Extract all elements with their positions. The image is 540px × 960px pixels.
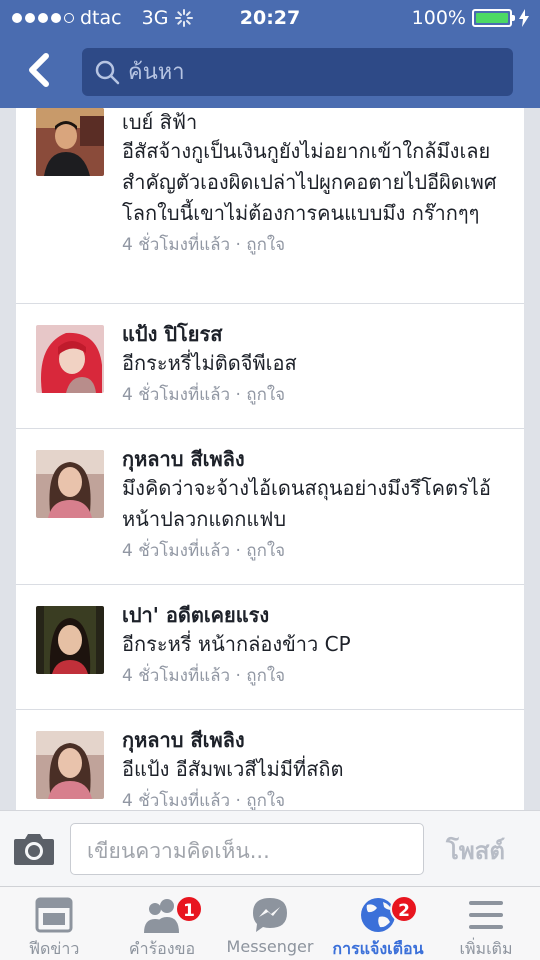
like-link[interactable]: ถูกใจ: [246, 235, 285, 255]
like-link[interactable]: ถูกใจ: [246, 385, 285, 405]
notification-meta: 4 ชั่วโมงที่แล้ว · ถูกใจ: [122, 791, 286, 810]
notification-text: อีกระหรี่ หน้ากล่องข้าว CP: [122, 632, 351, 656]
tab-label: Messenger: [226, 937, 314, 956]
profile-photo-man: [36, 108, 104, 176]
like-link[interactable]: ถูกใจ: [246, 541, 285, 561]
notification-author[interactable]: เปา' อดีตเคยแรง: [122, 601, 504, 629]
notification-author[interactable]: กุหลาบ สีเพลิง: [122, 445, 504, 473]
notification-author[interactable]: แป้ง ปิโยรส: [122, 320, 504, 348]
navigation-bar: dtac 3G 20:27 100%: [0, 0, 540, 108]
tab-label: การแจ้งเตือน: [332, 939, 424, 958]
notification-time: 4 ชั่วโมงที่แล้ว: [122, 666, 231, 686]
notification-text: อีแป้ง อีสัมพเวสีไม่มีที่สถิต: [122, 757, 344, 781]
notification-meta: 4 ชั่วโมงที่แล้ว · ถูกใจ: [122, 541, 286, 561]
notification-time: 4 ชั่วโมงที่แล้ว: [122, 791, 231, 810]
notification-meta: 4 ชั่วโมงที่แล้ว · ถูกใจ: [122, 235, 286, 255]
camera-icon[interactable]: [12, 831, 56, 867]
news-feed-icon: [35, 897, 73, 933]
notification-time: 4 ชั่วโมงที่แล้ว: [122, 541, 231, 561]
notification-meta: 4 ชั่วโมงที่แล้ว · ถูกใจ: [122, 385, 286, 405]
tab-more[interactable]: เพิ่มเติม: [432, 887, 540, 960]
notification-time: 4 ชั่วโมงที่แล้ว: [122, 385, 231, 405]
profile-photo-woman: [36, 450, 104, 518]
notifications-list: เบย์ สิฟ้า อีสัสจ้างกูเป็นเงินกูยังไม่อย…: [16, 108, 524, 810]
search-input[interactable]: [128, 48, 498, 96]
list-item[interactable]: เปา' อดีตเคยแรง อีกระหรี่ หน้ากล่องข้าว …: [16, 585, 524, 710]
tab-bar: ฟีดข่าว 1 คำร้องขอ Messenger 2 การแจ้งเต…: [0, 886, 540, 960]
notifications-badge: 2: [390, 895, 418, 923]
requests-badge: 1: [175, 895, 203, 923]
list-item[interactable]: กุหลาบ สีเพลิง อีแป้ง อีสัมพเวสีไม่มีที่…: [16, 710, 524, 810]
tab-messenger[interactable]: Messenger: [216, 887, 324, 960]
post-button[interactable]: โพสต์: [446, 831, 505, 870]
search-bar[interactable]: [82, 48, 513, 96]
comment-composer: เขียนความคิดเห็น... โพสต์: [0, 810, 540, 886]
tab-notifications[interactable]: 2 การแจ้งเตือน: [324, 887, 432, 960]
tab-label: ฟีดข่าว: [28, 939, 80, 958]
charging-bolt-icon: [519, 9, 529, 27]
menu-icon: [469, 901, 503, 929]
like-link[interactable]: ถูกใจ: [246, 666, 285, 686]
notification-time: 4 ชั่วโมงที่แล้ว: [122, 235, 231, 255]
notification-meta: 4 ชั่วโมงที่แล้ว · ถูกใจ: [122, 666, 286, 686]
profile-photo-woman: [36, 731, 104, 799]
avatar[interactable]: [36, 108, 104, 176]
avatar[interactable]: [36, 325, 104, 393]
list-item[interactable]: แป้ง ปิโยรส อีกระหรี่ไม่ติดจีพีเอส 4 ชั่…: [16, 304, 524, 429]
avatar[interactable]: [36, 450, 104, 518]
battery-percent: 100%: [411, 7, 466, 29]
list-item[interactable]: กุหลาบ สีเพลิง มึงคิดว่าจะจ้างไอ้เดนสถุน…: [16, 429, 524, 585]
status-bar: dtac 3G 20:27 100%: [0, 0, 540, 36]
tab-news-feed[interactable]: ฟีดข่าว: [0, 887, 108, 960]
avatar[interactable]: [36, 731, 104, 799]
comment-input[interactable]: เขียนความคิดเห็น...: [70, 823, 424, 875]
profile-photo-girl: [36, 606, 104, 674]
back-arrow-icon[interactable]: [22, 50, 58, 90]
profile-photo-red-hair: [36, 325, 104, 393]
notification-author[interactable]: เบย์ สิฟ้า: [122, 108, 504, 136]
avatar[interactable]: [36, 606, 104, 674]
tab-requests[interactable]: 1 คำร้องขอ: [108, 887, 216, 960]
notification-text: อีกระหรี่ไม่ติดจีพีเอส: [122, 351, 297, 375]
like-link[interactable]: ถูกใจ: [246, 791, 285, 810]
messenger-icon: [253, 898, 287, 932]
search-icon: [95, 60, 120, 85]
tab-label: เพิ่มเติม: [459, 939, 513, 958]
notification-author[interactable]: กุหลาบ สีเพลิง: [122, 726, 504, 754]
tab-label: คำร้องขอ: [128, 939, 196, 958]
battery-icon: [472, 9, 515, 27]
notification-text: อีสัสจ้างกูเป็นเงินกูยังไม่อยากเข้าใกล้ม…: [122, 139, 497, 225]
notification-text: มึงคิดว่าจะจ้างไอ้เดนสถุนอย่างมึงรึโคตรไ…: [122, 476, 491, 531]
list-item[interactable]: เบย์ สิฟ้า อีสัสจ้างกูเป็นเงินกูยังไม่อย…: [16, 108, 524, 304]
